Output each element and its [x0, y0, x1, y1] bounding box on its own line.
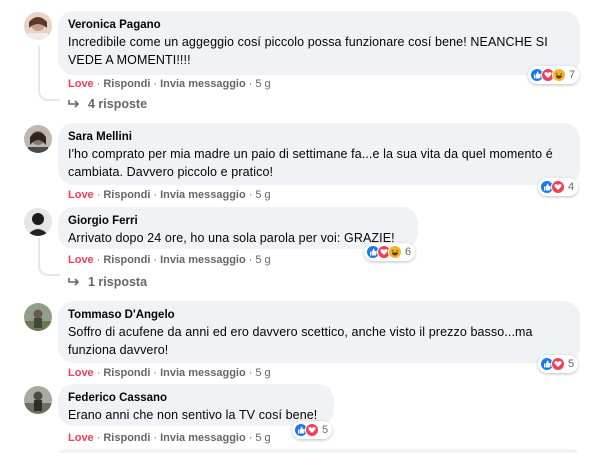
comment-timestamp[interactable]: 5 g — [255, 432, 270, 444]
heart-icon — [551, 180, 565, 194]
comment-timestamp[interactable]: 5 g — [255, 367, 270, 379]
comment-timestamp[interactable]: 5 g — [255, 78, 270, 90]
send-message-button[interactable]: Invia messaggio — [160, 78, 246, 90]
comment-actions: Love · Rispondi · Invia messaggio · 5 g — [68, 78, 271, 90]
avatar[interactable] — [24, 125, 52, 153]
view-replies-link[interactable]: 1 risposta — [68, 275, 147, 289]
send-message-button[interactable]: Invia messaggio — [160, 189, 246, 201]
reaction-count: 6 — [405, 246, 412, 258]
love-button[interactable]: Love — [68, 189, 94, 201]
comment-author[interactable]: Tommaso D'Angelo — [68, 307, 570, 323]
reply-button[interactable]: Rispondi — [103, 189, 150, 201]
comment-bubble: Sara Mellini I'ho comprato per mia madre… — [58, 123, 580, 185]
thread-line — [38, 46, 60, 101]
reaction-count: 5 — [322, 424, 329, 436]
love-button[interactable]: Love — [68, 254, 94, 266]
send-message-button[interactable]: Invia messaggio — [160, 367, 246, 379]
heart-icon — [551, 357, 565, 371]
comment-bubble: Federico Cassano Erano anni che non sent… — [58, 384, 334, 426]
comment-actions: Love · Rispondi · Invia messaggio · 5 g — [68, 254, 271, 266]
comment-author[interactable]: Sara Mellini — [68, 129, 570, 145]
comment-bubble: Veronica Pagano Incredibile come un agge… — [58, 11, 580, 75]
reaction-count: 7 — [569, 69, 576, 81]
avatar[interactable] — [24, 386, 52, 414]
send-message-button[interactable]: Invia messaggio — [160, 254, 246, 266]
love-button[interactable]: Love — [68, 78, 94, 90]
laugh-icon — [552, 68, 566, 82]
avatar[interactable] — [24, 12, 52, 40]
laugh-icon — [388, 245, 402, 259]
comment-actions: Love · Rispondi · Invia messaggio · 5 g — [68, 432, 271, 444]
reaction-summary[interactable]: 6 — [364, 243, 416, 261]
reply-button[interactable]: Rispondi — [103, 254, 150, 266]
reply-button[interactable]: Rispondi — [103, 78, 150, 90]
comment-author[interactable]: Veronica Pagano — [68, 17, 570, 33]
reaction-summary[interactable]: 4 — [538, 178, 579, 196]
comment-text: Arrivato dopo 24 ore, ho una sola parola… — [68, 231, 395, 245]
comment-author[interactable]: Federico Cassano — [68, 390, 324, 406]
love-button[interactable]: Love — [68, 432, 94, 444]
reply-arrow-icon — [68, 278, 80, 286]
reaction-summary[interactable]: 5 — [538, 355, 579, 373]
heart-icon — [305, 423, 319, 437]
replies-count: 4 risposte — [88, 97, 148, 111]
replies-count: 1 risposta — [88, 275, 148, 289]
avatar[interactable] — [24, 303, 52, 331]
comment-actions: Love · Rispondi · Invia messaggio · 5 g — [68, 189, 271, 201]
reaction-count: 4 — [568, 181, 575, 193]
comment-bubble: Giorgio Ferri Arrivato dopo 24 ore, ho u… — [58, 207, 418, 249]
comment-text: I'ho comprato per mia madre un paio di s… — [68, 147, 553, 179]
comment-text: Soffro di acufene da anni ed ero davvero… — [68, 325, 533, 357]
reaction-summary[interactable]: 5 — [292, 421, 333, 439]
comment-actions: Love · Rispondi · Invia messaggio · 5 g — [68, 367, 271, 379]
reply-button[interactable]: Rispondi — [103, 367, 150, 379]
comment-author[interactable]: Giorgio Ferri — [68, 213, 408, 229]
reaction-count: 5 — [568, 358, 575, 370]
send-message-button[interactable]: Invia messaggio — [160, 432, 246, 444]
reply-arrow-icon — [68, 100, 80, 108]
next-comment-bubble — [58, 449, 578, 453]
comment-text: Incredibile come un aggeggio cosí piccol… — [68, 35, 548, 67]
avatar[interactable] — [24, 208, 52, 236]
comment-timestamp[interactable]: 5 g — [255, 189, 270, 201]
comment-text: Erano anni che non sentivo la TV cosí be… — [68, 408, 318, 422]
reply-button[interactable]: Rispondi — [103, 432, 150, 444]
reaction-summary[interactable]: 7 — [528, 66, 580, 84]
view-replies-link[interactable]: 4 risposte — [68, 97, 147, 111]
comment-bubble: Tommaso D'Angelo Soffro di acufene da an… — [58, 301, 580, 363]
love-button[interactable]: Love — [68, 367, 94, 379]
thread-line — [38, 238, 60, 276]
comment-timestamp[interactable]: 5 g — [255, 254, 270, 266]
